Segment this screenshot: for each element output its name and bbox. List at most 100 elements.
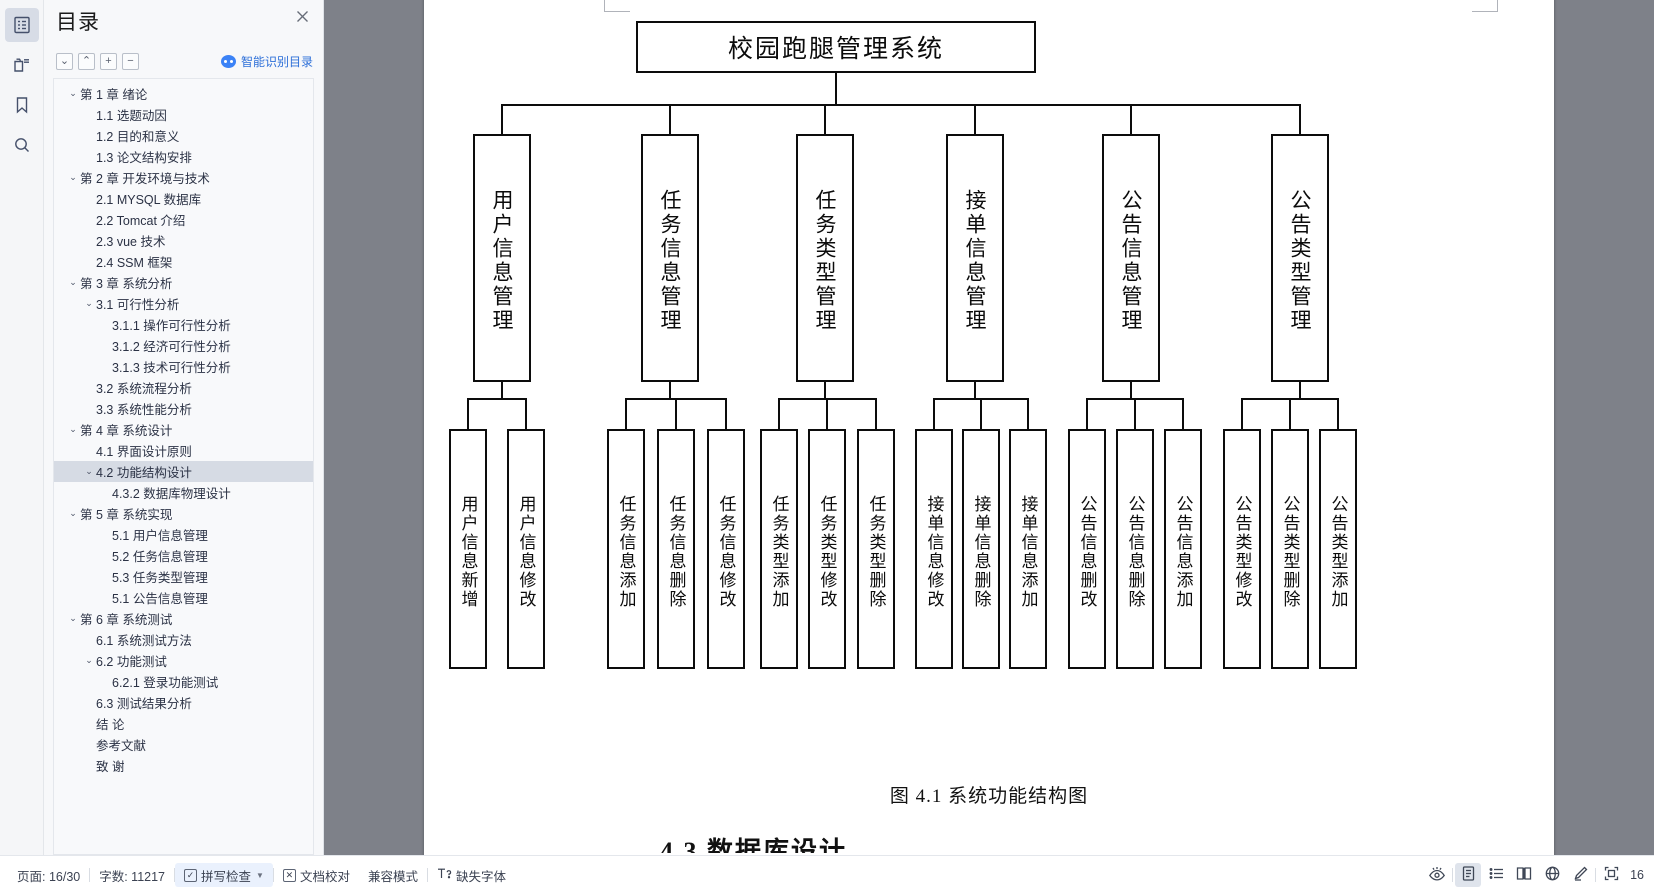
proofread-label: 文档校对 [299,869,350,884]
toc-item[interactable]: 2.2 Tomcat 介绍 [54,209,313,230]
toc-item[interactable]: ⌄ 6.2 功能测试 [54,650,313,671]
root-stem [835,73,837,104]
toc-item[interactable]: 6.1 系统测试方法 [54,629,313,650]
document-page: 校园跑腿管理系统 用户信息管理 用户信息新增 用户信息修改 任务信息管理 任务信息添加 任务… [424,0,1554,855]
toc-item-label: 第 5 章 系统实现 [80,508,173,522]
collapse-up-button[interactable]: ⌃ [78,52,95,70]
chevron-down-icon[interactable]: ⌄ [66,614,80,623]
toc-item[interactable]: 致 谢 [54,755,313,776]
toc-header: 目录 [44,0,323,46]
chevron-down-icon[interactable]: ⌄ [66,89,80,98]
toc-item[interactable]: 3.1.1 操作可行性分析 [54,314,313,335]
toc-item[interactable]: 4.1 界面设计原则 [54,440,313,461]
toc-item[interactable]: ⌄ 4.2 功能结构设计 [54,461,313,482]
toc-item[interactable]: ⌄ 第 1 章 绪论 [54,83,313,104]
chevron-down-icon[interactable]: ⌄ [82,656,96,665]
close-icon[interactable] [291,5,313,27]
toc-item-label: 1.2 目的和意义 [96,130,180,144]
diagram-module-node: 用户信息管理 [473,134,531,382]
bookmark-icon [12,95,32,115]
chevron-down-icon[interactable]: ⌄ [66,509,80,518]
spell-check-button[interactable]: ✓ 拼写检查 ▼ [175,863,273,887]
diagram-leaf-node: 公告信息删改 [1068,429,1106,669]
toc-item-label: 结 论 [96,718,125,732]
toc-item[interactable]: 4.3.2 数据库物理设计 [54,482,313,503]
toc-item[interactable]: 1.1 选题动因 [54,104,313,125]
checkmark-icon: ✓ [184,868,198,882]
toc-item[interactable]: 3.1.3 技术可行性分析 [54,356,313,377]
toc-item-label: 3.1.3 技术可行性分析 [112,361,231,375]
toc-item-label: 4.3.2 数据库物理设计 [112,487,231,501]
toc-item[interactable]: ⌄ 第 4 章 系统设计 [54,419,313,440]
toc-item[interactable]: 3.2 系统流程分析 [54,377,313,398]
smart-recognize-toc-button[interactable]: 智能识别目录 [220,53,313,70]
toc-item[interactable]: 参考文献 [54,734,313,755]
toc-item[interactable]: 2.1 MYSQL 数据库 [54,188,313,209]
table-of-contents-panel: 目录 ⌄ ⌃ + − 智能识别目录 ⌄ 第 1 章 绪论 1.1 选题动因 1.2 目… [44,0,324,855]
toc-item[interactable]: 结 论 [54,713,313,734]
page-view-button[interactable] [1455,863,1482,887]
expand-all-button[interactable]: + [100,52,117,70]
toc-item[interactable]: 3.1.2 经济可行性分析 [54,335,313,356]
sidebar-rail-search[interactable] [5,128,39,162]
toc-item[interactable]: 2.3 vue 技术 [54,230,313,251]
missing-font-button[interactable]: 缺失字体 [428,863,515,887]
leaf-stem [933,398,935,429]
document-canvas[interactable]: 校园跑腿管理系统 用户信息管理 用户信息新增 用户信息修改 任务信息管理 任务信息添加 任务… [324,0,1654,855]
toc-item[interactable]: 5.1 公告信息管理 [54,587,313,608]
fit-page-button[interactable] [1598,863,1624,887]
chevron-down-icon[interactable]: ▼ [256,871,264,880]
sidebar-rail-thumbnails[interactable] [5,48,39,82]
toc-item[interactable]: 5.1 用户信息管理 [54,524,313,545]
wps-writer-window: 目录 ⌄ ⌃ + − 智能识别目录 ⌄ 第 1 章 绪论 1.1 选题动因 1.2 目… [0,0,1654,894]
leaf-stem [1086,398,1088,429]
chevron-down-icon[interactable]: ⌄ [82,467,96,476]
zoom-level[interactable]: 16 [1626,868,1644,882]
module-stem [1299,104,1301,134]
toc-item-label: 第 1 章 绪论 [80,88,148,102]
toc-item-label: 5.3 任务类型管理 [112,571,208,585]
toc-item[interactable]: 5.2 任务信息管理 [54,545,313,566]
thumbnail-pages-icon [12,55,32,75]
toc-item-label: 6.1 系统测试方法 [96,634,192,648]
toc-item[interactable]: 6.3 测试结果分析 [54,692,313,713]
proofread-button[interactable]: ✕ 文档校对 [274,863,359,887]
figure-caption: 图 4.1 系统功能结构图 [889,786,1089,807]
toc-item-label: 3.1.2 经济可行性分析 [112,340,231,354]
outline-view-icon [1488,865,1505,885]
toc-item[interactable]: ⌄ 第 6 章 系统测试 [54,608,313,629]
toc-item[interactable]: 1.2 目的和意义 [54,125,313,146]
status-bar-left: 页面: 16/30 字数: 11217 ✓ 拼写检查 ▼ ✕ 文档校对 兼容模式 [0,863,515,887]
compat-mode-indicator[interactable]: 兼容模式 [359,863,427,887]
eye-protection-button[interactable] [1424,863,1450,887]
chevron-down-icon[interactable]: ⌄ [66,173,80,182]
page-indicator: 页面: 16/30 [17,869,81,884]
outline-view-button[interactable] [1483,863,1509,887]
read-view-button[interactable] [1511,863,1537,887]
sidebar-rail-outline[interactable] [4,8,39,42]
toc-item-label: 2.3 vue 技术 [96,235,166,249]
web-view-button[interactable] [1539,863,1565,887]
toc-item[interactable]: 6.2.1 登录功能测试 [54,671,313,692]
chevron-down-icon[interactable]: ⌄ [66,278,80,287]
toc-list[interactable]: ⌄ 第 1 章 绪论 1.1 选题动因 1.2 目的和意义 1.3 论文结构安排 ⌄ 第 2… [53,78,314,855]
toc-item[interactable]: ⌄ 第 2 章 开发环境与技术 [54,167,313,188]
diagram-leaf-node: 公告类型删除 [1271,429,1309,669]
toc-item[interactable]: 5.3 任务类型管理 [54,566,313,587]
toc-item[interactable]: 2.4 SSM 框架 [54,251,313,272]
collapse-all-button[interactable]: − [122,52,139,70]
toc-item[interactable]: ⌄ 第 3 章 系统分析 [54,272,313,293]
module-stem [974,104,976,134]
sidebar-rail-bookmarks[interactable] [5,88,39,122]
toc-item[interactable]: 3.3 系统性能分析 [54,398,313,419]
toc-item[interactable]: 1.3 论文结构安排 [54,146,313,167]
module-down-stem [824,382,826,398]
toc-item[interactable]: ⌄ 第 5 章 系统实现 [54,503,313,524]
toc-item[interactable]: ⌄ 3.1 可行性分析 [54,293,313,314]
toc-item-label: 3.1 可行性分析 [96,298,180,312]
chevron-down-icon[interactable]: ⌄ [82,299,96,308]
chevron-down-icon[interactable]: ⌄ [66,425,80,434]
highlighter-button[interactable] [1567,863,1593,887]
collapse-down-button[interactable]: ⌄ [56,52,73,70]
diagram-module-node: 公告信息管理 [1102,134,1160,382]
